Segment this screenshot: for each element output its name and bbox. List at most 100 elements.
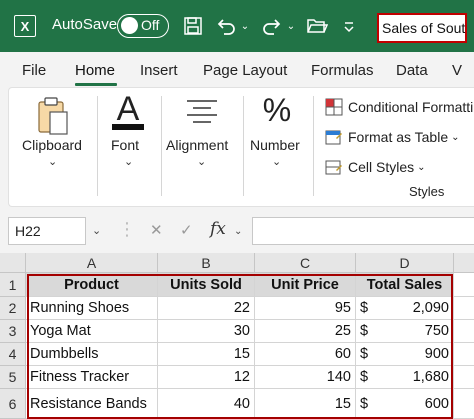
total-sales-cell[interactable]: $1,680 [356,366,454,389]
toggle-knob [121,17,138,34]
grid-cell[interactable] [454,343,474,366]
customize-toolbar-icon[interactable] [340,12,358,40]
tab-formulas[interactable]: Formulas [311,62,374,79]
group-separator [313,96,314,196]
document-title[interactable]: Sales of South [377,13,467,43]
total-sales-cell[interactable]: $750 [356,320,454,343]
total-sales-cell[interactable]: $900 [356,343,454,366]
chevron-down-icon: ⌄ [417,161,426,173]
ribbon-home: Clipboard ⌄ A Font ⌄ Alignment ⌄ % Numbe… [8,87,474,207]
unit-price-cell[interactable]: 25 [255,320,356,343]
chevron-down-icon: ⌄ [451,131,460,143]
row-header-6[interactable]: 6 [0,389,26,419]
tab-data[interactable]: Data [396,62,428,79]
worksheet-grid[interactable]: A B C D 1 2 3 4 5 6 Product Units Sold U… [0,253,474,419]
product-cell[interactable]: Resistance Bands [26,389,158,419]
cancel-icon[interactable]: ✕ [150,221,163,239]
font-group[interactable]: A Font ⌄ [99,88,161,206]
insert-function-icon[interactable]: fx [210,219,226,239]
name-box[interactable]: H22 [8,217,86,245]
column-header-d[interactable]: D [356,253,454,273]
format-as-table-button[interactable]: Format as Table ⌄ [325,128,460,146]
active-tab-indicator [75,83,117,86]
units-sold-cell[interactable]: 22 [158,297,255,320]
conditional-formatting-label: Conditional Formatti [348,99,474,115]
unit-price-cell[interactable]: 140 [255,366,356,389]
total-sales-value: 600 [424,395,449,412]
row-header-1[interactable]: 1 [0,273,26,297]
column-header-a[interactable]: A [26,253,158,273]
header-cell-units-sold[interactable]: Units Sold [158,273,255,297]
unit-price-cell[interactable]: 95 [255,297,356,320]
total-sales-value: 2,090 [412,300,449,316]
total-sales-value: 750 [424,323,449,339]
autosave-toggle[interactable]: Off [117,14,169,38]
tab-view[interactable]: V [452,62,462,79]
column-header-e[interactable] [454,253,474,273]
title-bar: X AutoSave Off ⌄ ⌄ Sales of South [0,0,474,52]
formula-bar-grip-icon: ⋮ [118,219,136,239]
conditional-formatting-icon [325,98,343,116]
enter-icon[interactable]: ✓ [180,221,193,239]
open-folder-icon[interactable] [305,12,329,40]
column-header-c[interactable]: C [255,253,356,273]
row-header-2[interactable]: 2 [0,297,26,320]
tab-insert[interactable]: Insert [140,62,178,79]
units-sold-cell[interactable]: 12 [158,366,255,389]
font-color-icon: A [116,90,140,128]
units-sold-cell[interactable]: 15 [158,343,255,366]
row-header-5[interactable]: 5 [0,366,26,389]
total-sales-value: 1,680 [412,369,449,385]
name-box-dropdown-icon[interactable]: ⌄ [92,224,101,237]
tab-page-layout[interactable]: Page Layout [203,62,287,79]
units-sold-cell[interactable]: 40 [158,389,255,419]
currency-symbol: $ [360,300,369,316]
number-label: Number [250,137,300,153]
redo-dropdown-icon[interactable]: ⌄ [284,12,298,40]
clipboard-group[interactable]: Clipboard ⌄ [9,88,97,206]
save-icon[interactable] [181,12,205,40]
font-label: Font [111,137,140,153]
currency-symbol: $ [360,369,369,385]
cell-styles-button[interactable]: Cell Styles ⌄ [325,158,426,176]
unit-price-cell[interactable]: 15 [255,389,356,419]
header-cell-total-sales[interactable]: Total Sales [356,273,454,297]
tab-home[interactable]: Home [75,62,115,79]
undo-dropdown-icon[interactable]: ⌄ [238,12,252,40]
group-separator [243,96,244,196]
grid-cell[interactable] [454,389,474,419]
number-group[interactable]: % Number ⌄ [245,88,311,206]
column-header-b[interactable]: B [158,253,255,273]
tab-file[interactable]: File [22,62,46,79]
product-cell[interactable]: Fitness Tracker [26,366,158,389]
product-cell[interactable]: Dumbbells [26,343,158,366]
unit-price-cell[interactable]: 60 [255,343,356,366]
grid-cell[interactable] [454,366,474,389]
row-header-3[interactable]: 3 [0,320,26,343]
format-as-table-label: Format as Table [348,129,449,145]
total-sales-value: 900 [424,346,449,362]
row-header-4[interactable]: 4 [0,343,26,366]
alignment-group[interactable]: Alignment ⌄ [163,88,243,206]
product-cell[interactable]: Yoga Mat [26,320,158,343]
chevron-down-icon[interactable]: ⌄ [234,226,242,237]
total-sales-cell[interactable]: $2,090 [356,297,454,320]
ribbon-tabs: File Home Insert Page Layout Formulas Da… [0,52,474,86]
select-all-corner[interactable] [0,253,26,273]
units-sold-cell[interactable]: 30 [158,320,255,343]
group-separator [161,96,162,196]
font-color-bar [112,124,144,130]
header-cell-product[interactable]: Product [26,273,158,297]
formula-input[interactable] [252,217,474,245]
header-cell-unit-price[interactable]: Unit Price [255,273,356,297]
grid-cell[interactable] [454,320,474,343]
redo-icon[interactable] [260,12,284,40]
product-cell[interactable]: Running Shoes [26,297,158,320]
conditional-formatting-button[interactable]: Conditional Formatti [325,98,473,116]
undo-icon[interactable] [214,12,238,40]
grid-cell[interactable] [454,297,474,320]
grid-cell[interactable] [454,273,474,297]
chevron-down-icon: ⌄ [272,156,282,168]
total-sales-cell[interactable]: $600 [356,389,454,419]
autosave-state: Off [141,17,160,33]
